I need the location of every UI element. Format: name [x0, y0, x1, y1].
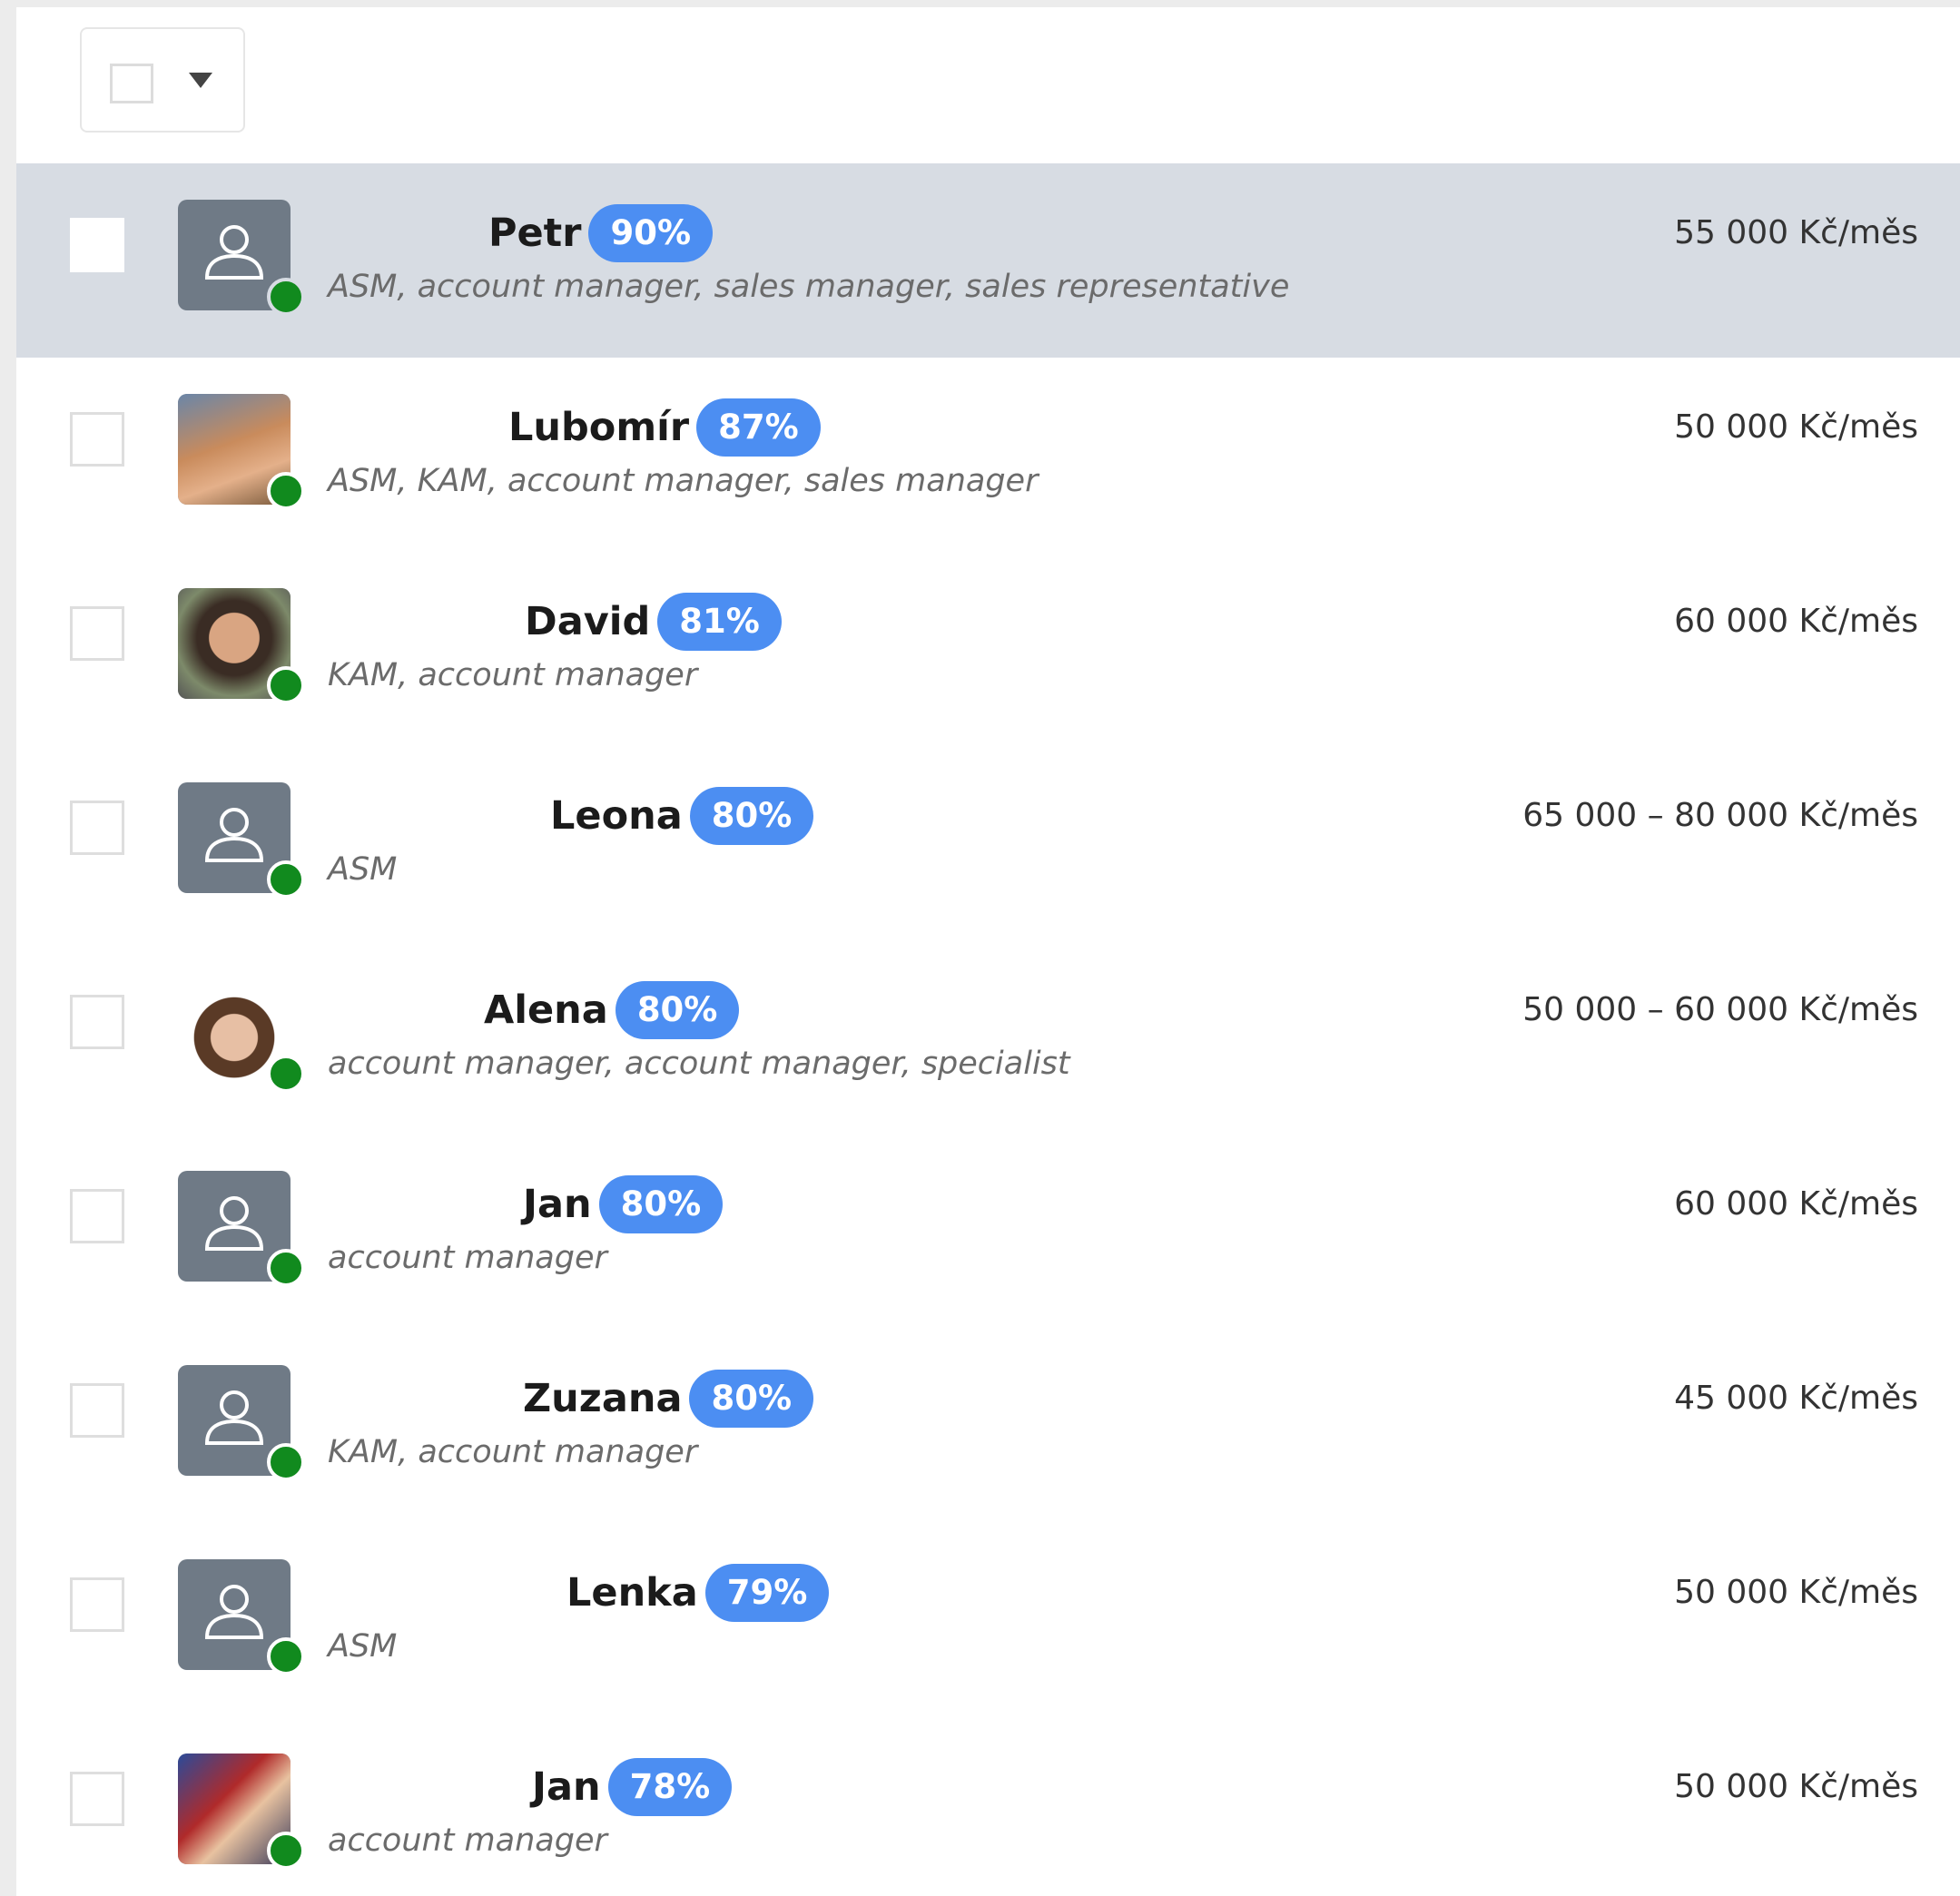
candidate-name[interactable]: Petr — [488, 211, 581, 256]
row-checkbox[interactable] — [70, 218, 124, 272]
candidate-name[interactable]: Jan — [532, 1764, 601, 1810]
caret-down-icon — [189, 73, 212, 88]
online-status-icon — [267, 1443, 305, 1481]
candidate-roles: ASM — [328, 851, 398, 888]
avatar[interactable] — [178, 1171, 305, 1287]
candidate-list: Petr 90% ASM, account manager, sales man… — [16, 163, 1960, 1896]
candidate-roles: account manager — [328, 1822, 607, 1859]
candidate-roles: KAM, account manager — [328, 657, 698, 693]
list-toolbar — [16, 7, 1960, 163]
avatar[interactable] — [178, 1754, 305, 1870]
avatar[interactable] — [178, 200, 305, 316]
candidate-name[interactable]: David — [525, 599, 650, 644]
match-badge: 87% — [696, 398, 821, 457]
candidate-roles: ASM — [328, 1628, 398, 1665]
row-checkbox[interactable] — [70, 801, 124, 855]
candidate-header: Lenka 79% — [566, 1561, 830, 1625]
avatar[interactable] — [178, 1559, 305, 1675]
online-status-icon — [267, 1832, 305, 1870]
candidate-roles: ASM, KAM, account manager, sales manager — [328, 463, 1039, 499]
match-badge: 80% — [689, 1370, 814, 1428]
candidate-salary: 65 000 – 80 000 Kč/měs — [1522, 797, 1918, 834]
online-status-icon — [267, 278, 305, 316]
candidate-roles: account manager — [328, 1240, 607, 1276]
match-badge: 80% — [689, 787, 814, 845]
match-badge: 81% — [657, 593, 782, 651]
match-badge: 80% — [615, 981, 740, 1039]
row-checkbox[interactable] — [70, 1383, 124, 1438]
candidate-roles: account manager, account manager, specia… — [328, 1046, 1070, 1082]
candidate-row[interactable]: Petr 90% ASM, account manager, sales man… — [16, 163, 1960, 358]
candidate-row[interactable]: Zuzana 80% KAM, account manager 45 000 K… — [16, 1329, 1960, 1523]
match-badge: 79% — [704, 1564, 830, 1622]
online-status-icon — [267, 1637, 305, 1675]
candidate-header: Lubomír 87% — [508, 396, 821, 459]
candidate-roles: ASM, account manager, sales manager, sal… — [328, 269, 1290, 305]
candidate-row[interactable]: Jan 78% account manager 50 000 Kč/měs — [16, 1717, 1960, 1896]
row-checkbox[interactable] — [70, 1577, 124, 1632]
user-placeholder-icon — [204, 1585, 264, 1639]
row-checkbox[interactable] — [70, 412, 124, 467]
user-placeholder-icon — [204, 225, 264, 280]
candidate-salary: 50 000 Kč/měs — [1674, 1768, 1918, 1805]
candidate-salary: 55 000 Kč/měs — [1674, 214, 1918, 251]
candidate-row[interactable]: Leona 80% ASM 65 000 – 80 000 Kč/měs — [16, 746, 1960, 940]
candidate-salary: 45 000 Kč/měs — [1674, 1380, 1918, 1417]
avatar[interactable] — [178, 782, 305, 899]
bulk-select-dropdown[interactable] — [80, 27, 245, 133]
candidate-name[interactable]: Lubomír — [508, 405, 689, 450]
match-badge: 78% — [607, 1758, 733, 1816]
user-placeholder-icon — [204, 1390, 264, 1445]
candidate-salary: 50 000 Kč/měs — [1674, 408, 1918, 446]
user-placeholder-icon — [204, 808, 264, 862]
row-checkbox[interactable] — [70, 1189, 124, 1243]
row-checkbox[interactable] — [70, 1772, 124, 1826]
candidate-name[interactable]: Leona — [550, 793, 683, 839]
avatar[interactable] — [178, 588, 305, 704]
candidate-row[interactable]: Lubomír 87% ASM, KAM, account manager, s… — [16, 358, 1960, 552]
candidate-header: Leona 80% — [550, 784, 814, 848]
candidate-salary: 60 000 Kč/měs — [1674, 1185, 1918, 1223]
candidate-salary: 60 000 Kč/měs — [1674, 603, 1918, 640]
candidate-header: Jan 80% — [523, 1173, 724, 1236]
candidate-header: Jan 78% — [532, 1755, 733, 1819]
online-status-icon — [267, 1055, 305, 1093]
match-badge: 90% — [588, 204, 714, 262]
user-placeholder-icon — [204, 1196, 264, 1251]
candidate-header: Petr 90% — [488, 201, 714, 265]
row-checkbox[interactable] — [70, 995, 124, 1049]
candidate-salary: 50 000 – 60 000 Kč/měs — [1522, 991, 1918, 1028]
candidate-list-panel: Petr 90% ASM, account manager, sales man… — [16, 7, 1960, 1896]
candidate-row[interactable]: Jan 80% account manager 60 000 Kč/měs — [16, 1135, 1960, 1329]
candidate-row[interactable]: Lenka 79% ASM 50 000 Kč/měs — [16, 1523, 1960, 1717]
online-status-icon — [267, 666, 305, 704]
candidate-row[interactable]: Alena 80% account manager, account manag… — [16, 940, 1960, 1135]
avatar[interactable] — [178, 394, 305, 510]
online-status-icon — [267, 860, 305, 899]
candidate-name[interactable]: Jan — [523, 1182, 592, 1227]
candidate-salary: 50 000 Kč/měs — [1674, 1574, 1918, 1611]
candidate-header: Alena 80% — [484, 978, 740, 1042]
row-checkbox[interactable] — [70, 606, 124, 661]
avatar[interactable] — [178, 1365, 305, 1481]
match-badge: 80% — [598, 1175, 724, 1233]
online-status-icon — [267, 472, 305, 510]
avatar[interactable] — [178, 977, 305, 1093]
candidate-name[interactable]: Zuzana — [523, 1376, 682, 1421]
candidate-row[interactable]: David 81% KAM, account manager 60 000 Kč… — [16, 552, 1960, 746]
select-all-checkbox[interactable] — [110, 64, 153, 103]
candidate-header: David 81% — [525, 590, 782, 653]
online-status-icon — [267, 1249, 305, 1287]
candidate-name[interactable]: Alena — [484, 987, 608, 1033]
candidate-roles: KAM, account manager — [328, 1434, 698, 1470]
candidate-name[interactable]: Lenka — [566, 1570, 698, 1616]
candidate-header: Zuzana 80% — [523, 1367, 814, 1430]
